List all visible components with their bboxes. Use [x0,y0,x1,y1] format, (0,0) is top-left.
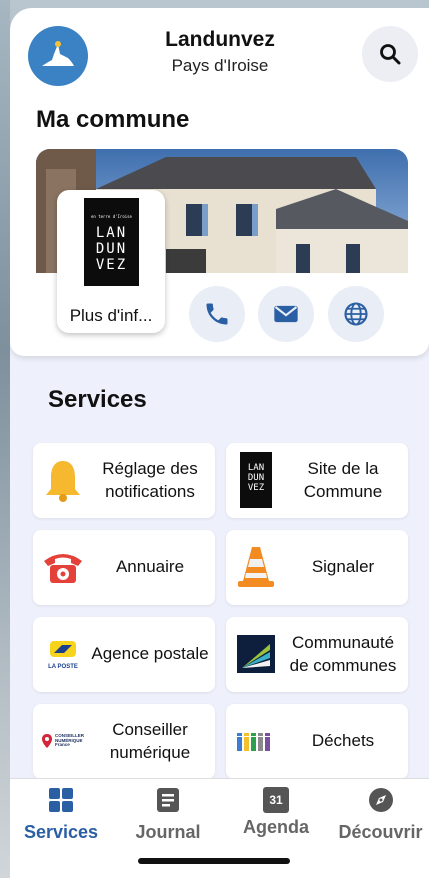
ma-commune-title: Ma commune [36,106,190,133]
tile-conseiller-numerique[interactable]: CONSEILLER NUMÉRIQUE France Conseiller n… [33,704,215,779]
bell-icon [39,455,87,505]
nav-decouvrir[interactable]: Découvrir [332,787,429,843]
calendar-icon: 31 [263,787,289,813]
la-poste-text: LA POSTE [48,663,78,670]
tile-label: Déchets [311,731,375,751]
commune-logo-icon[interactable] [28,26,88,86]
logo-tagline: en terre d'Iroise [91,214,132,219]
journal-icon [157,788,179,812]
conseiller-text: CONSEILLER NUMÉRIQUE France [55,732,85,748]
grid-icon [49,788,73,812]
nav-label: Découvrir [338,822,423,842]
info-card-label: Plus d'inf... [69,306,153,325]
nav-journal[interactable]: Journal [122,787,214,843]
call-button[interactable] [189,286,245,342]
tile-label: Réglage des notifications [102,459,198,501]
tile-annuaire[interactable]: Annuaire [33,530,215,605]
nav-label: Agenda [242,817,309,837]
page-title: Landunvez [165,28,275,51]
traffic-cone-icon [232,542,280,592]
background-photo-strip [0,0,10,878]
compass-icon [368,788,393,812]
tile-label: Site de la Commune [303,459,383,501]
phone-icon [206,303,228,325]
website-button[interactable] [328,286,384,342]
home-indicator[interactable] [138,858,290,864]
nav-label: Services [23,822,99,842]
email-button[interactable] [258,286,314,342]
tile-label: Annuaire [115,557,185,577]
nav-label: Journal [135,822,201,842]
app-screen: Landunvez Pays d'Iroise Ma commune en te… [10,8,429,878]
tile-notifications[interactable]: Réglage des notifications [33,443,215,518]
tile-label: Signaler [311,557,375,577]
page-subtitle: Pays d'Iroise [171,56,269,75]
telephone-icon [39,542,87,592]
tile-dechets[interactable]: Déchets [226,704,408,779]
search-icon [380,44,401,65]
tile-agence-postale[interactable]: LA POSTE Agence postale [33,617,215,692]
logo-line-2: DUN [95,241,128,257]
globe-icon [344,302,368,326]
search-button[interactable] [362,26,418,82]
tile-label: Conseiller numérique [109,720,191,762]
communaute-logo-icon [232,629,280,679]
landunvez-logo-icon: en terre d'Iroise LAN DUN VEZ [84,198,139,286]
logo-line-3: VEZ [95,257,128,273]
plus-d-informations-card[interactable]: en terre d'Iroise LAN DUN VEZ Plus d'inf… [57,190,165,333]
tile-communaute[interactable]: Communauté de communes [226,617,408,692]
landunvez-logo-icon: LAN DUN VEZ [232,452,280,508]
waste-bins-icon [232,716,280,766]
header-title-block: Landunvez Pays d'Iroise [110,28,330,76]
tile-site-commune[interactable]: LAN DUN VEZ Site de la Commune [226,443,408,518]
commune-header-card: Landunvez Pays d'Iroise Ma commune en te… [10,8,429,356]
nav-agenda[interactable]: 31 Agenda [230,787,322,838]
tile-label: Communauté de communes [289,633,397,675]
envelope-icon [274,305,298,323]
conseiller-numerique-icon: CONSEILLER NUMÉRIQUE France [39,716,87,766]
tile-label: Agence postale [91,644,209,664]
la-poste-icon: LA POSTE [39,629,87,679]
nav-services[interactable]: Services [10,787,112,843]
tile-signaler[interactable]: Signaler [226,530,408,605]
calendar-day: 31 [269,793,283,807]
services-title: Services [48,386,147,413]
tile-logo-line-3: VEZ [247,482,265,493]
logo-line-1: LAN [95,225,128,241]
